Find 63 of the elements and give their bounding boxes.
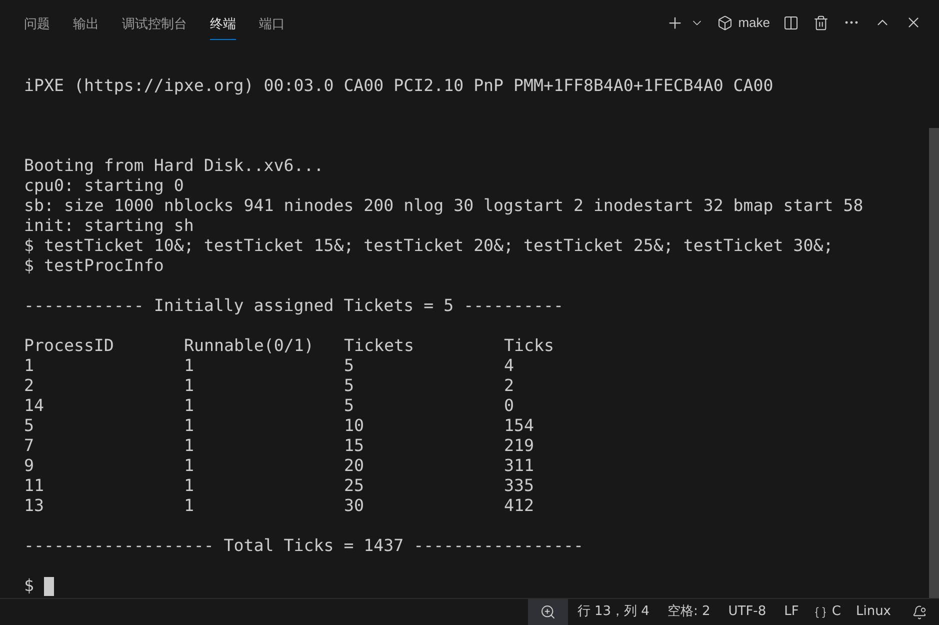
terminal-line: $ testTicket 10&; testTicket 15&; testTicket 20&; testTicket 25&; testTicket 30&; <box>24 236 834 256</box>
table-cell: 1 <box>184 456 194 475</box>
panel-tab[interactable]: 端口 <box>259 12 285 40</box>
terminal-line: init: starting sh <box>24 216 194 236</box>
terminal-line: iPXE (https://ipxe.org) 00:03.0 CA00 PCI2.10 PnP PMM+1FF8B4A0+1FECB4A0 CA00 <box>24 76 774 96</box>
terminal-profile-button[interactable]: make <box>715 12 772 32</box>
table-cell: 10 <box>344 416 364 435</box>
status-item[interactable]: Linux <box>846 602 900 622</box>
table-cell: 20 <box>344 456 364 475</box>
table-cell: 1 <box>184 496 194 515</box>
status-item[interactable]: 行 13，列 4 <box>568 602 658 622</box>
table-cell: 154 <box>504 416 534 435</box>
table-cell: 5 <box>344 396 354 415</box>
table-cell: 14 <box>24 396 44 415</box>
table-cell: Tickets <box>344 336 414 355</box>
scrollbar-thumb[interactable] <box>929 128 939 598</box>
table-cell: 1 <box>184 376 194 395</box>
status-item[interactable]: LF <box>775 602 808 622</box>
table-cell: 1 <box>184 436 194 455</box>
table-cell: 412 <box>504 496 534 515</box>
table-cell: 2 <box>504 376 514 395</box>
terminal-line: $ testProcInfo <box>24 256 164 276</box>
table-cell: 25 <box>344 476 364 495</box>
table-cell: 2 <box>24 376 34 395</box>
panel-tab[interactable]: 问题 <box>24 12 50 40</box>
terminal-line: cpu0: starting 0 <box>24 176 184 196</box>
panel-tab[interactable]: 调试控制台 <box>122 12 187 40</box>
braces-icon <box>814 606 827 618</box>
zoom-icon[interactable] <box>528 599 568 625</box>
table-cell: ProcessID <box>24 336 114 355</box>
table-cell: 5 <box>344 376 354 395</box>
table-cell: 219 <box>504 436 534 455</box>
table-cell: 5 <box>344 356 354 375</box>
table-cell: 30 <box>344 496 364 515</box>
terminal-prompt: $ <box>24 576 34 596</box>
status-item[interactable]: UTF-8 <box>719 602 776 622</box>
language-button[interactable]: C <box>808 602 847 622</box>
terminal-line: ------------------- Total Ticks = 1437 ----------------- <box>24 536 584 556</box>
table-cell: 1 <box>24 356 34 375</box>
table-cell: 13 <box>24 496 44 515</box>
table-cell: 1 <box>184 396 194 415</box>
table-cell: 1 <box>184 356 194 375</box>
terminal-line: Booting from Hard Disk..xv6... <box>24 156 324 176</box>
table-cell: Ticks <box>504 336 554 355</box>
table-cell: 9 <box>24 456 34 475</box>
terminal-line: ------------ Initially assigned Tickets = 5 ---------- <box>24 296 564 316</box>
table-cell: 1 <box>184 476 194 495</box>
panel-tab[interactable]: 终端 <box>210 12 236 40</box>
terminal-line: sb: size 1000 nblocks 941 ninodes 200 nlog 30 logstart 2 inodestart 32 bmap start 58 <box>24 196 864 216</box>
table-cell: 7 <box>24 436 34 455</box>
table-cell: 311 <box>504 456 534 475</box>
cube-icon <box>717 14 734 30</box>
status-item[interactable]: 空格: 2 <box>658 602 720 622</box>
table-cell: 1 <box>184 416 194 435</box>
table-cell: 4 <box>504 356 514 375</box>
panel-tab[interactable]: 输出 <box>73 12 99 40</box>
table-cell: 11 <box>24 476 44 495</box>
table-cell: 5 <box>24 416 34 435</box>
table-cell: Runnable(0/1) <box>184 336 314 355</box>
text-cursor <box>44 576 54 596</box>
table-cell: 0 <box>504 396 514 415</box>
table-cell: 335 <box>504 476 534 495</box>
table-cell: 15 <box>344 436 364 455</box>
